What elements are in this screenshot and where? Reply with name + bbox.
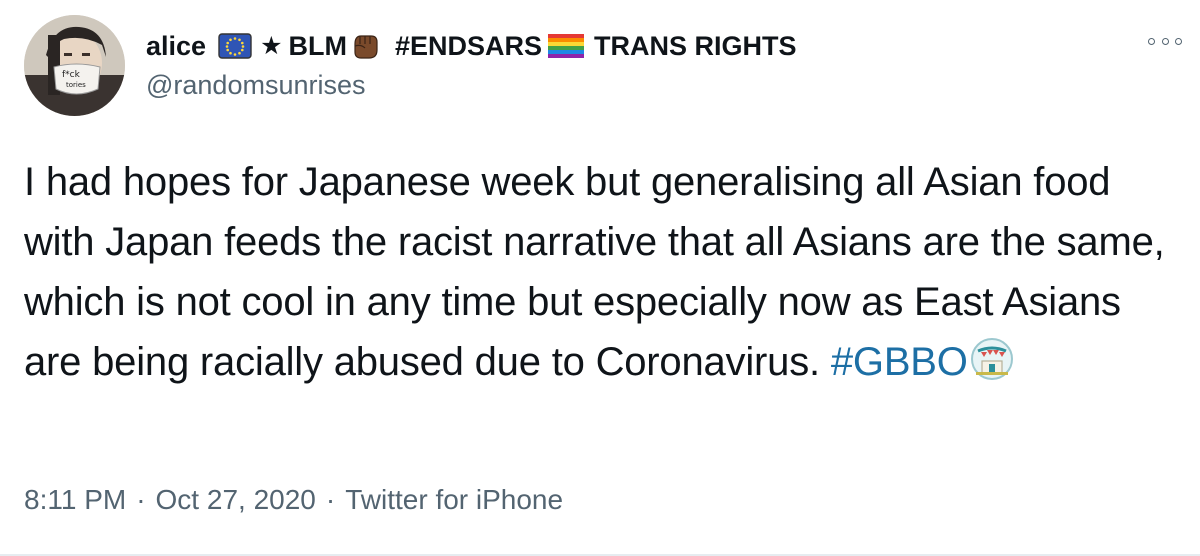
svg-text:tories: tories bbox=[66, 81, 86, 89]
tweet-header: alice ★ BLM #ENDSARS TRANS RIGHTS @rando… bbox=[146, 26, 1140, 101]
avatar[interactable]: f*ck tories bbox=[24, 15, 125, 116]
tweet-date[interactable]: Oct 27, 2020 bbox=[156, 484, 316, 515]
raised-fist-icon bbox=[349, 30, 381, 62]
tweet-source[interactable]: Twitter for iPhone bbox=[345, 484, 563, 515]
eu-flag-icon bbox=[218, 33, 252, 59]
more-dot bbox=[1175, 37, 1182, 45]
meta-separator: · bbox=[136, 484, 146, 515]
display-name-row[interactable]: alice ★ BLM #ENDSARS TRANS RIGHTS bbox=[146, 26, 1140, 66]
meta-separator: · bbox=[325, 484, 336, 515]
name-part-trans-rights: TRANS RIGHTS bbox=[594, 30, 797, 61]
name-part-endsars: #ENDSARS bbox=[394, 30, 543, 61]
star-icon: ★ bbox=[260, 32, 283, 60]
more-dot bbox=[1161, 37, 1169, 45]
hashtag-link[interactable]: #GBBO bbox=[831, 340, 968, 384]
svg-text:f*ck: f*ck bbox=[62, 70, 81, 80]
tweet-text: I had hopes for Japanese week but genera… bbox=[24, 152, 1184, 392]
display-name[interactable]: alice bbox=[146, 31, 206, 62]
user-handle[interactable]: @randomsunrises bbox=[146, 70, 1140, 101]
tent-icon bbox=[970, 337, 1014, 381]
tweet-meta: 8:11 PM · Oct 27, 2020 · Twitter for iPhone bbox=[24, 484, 563, 516]
tweet-card: f*ck tories alice ★ BLM #ENDSARS TRANS R… bbox=[0, 0, 1200, 556]
more-dot bbox=[1148, 37, 1155, 45]
more-options-icon[interactable] bbox=[1148, 34, 1182, 48]
tweet-time[interactable]: 8:11 PM bbox=[24, 484, 126, 515]
rainbow-flag-icon bbox=[548, 33, 585, 59]
name-part-blm: BLM bbox=[288, 30, 347, 61]
